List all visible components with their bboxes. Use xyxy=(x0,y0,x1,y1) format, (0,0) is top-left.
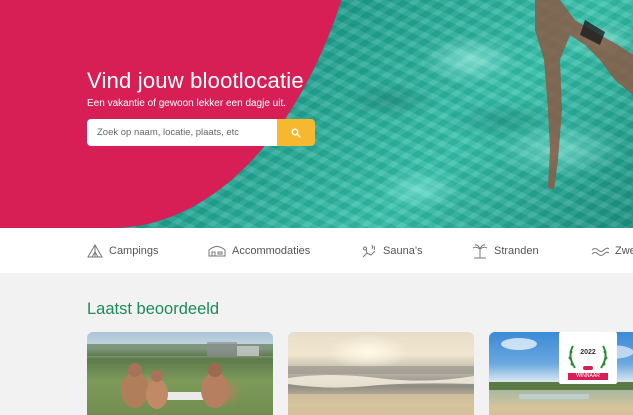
nav-label-campings: Campings xyxy=(109,244,159,257)
search-input[interactable] xyxy=(87,119,277,146)
tent-icon xyxy=(87,243,103,257)
nav-label-zwemmen: Zwe xyxy=(615,244,633,257)
palm-beach-icon xyxy=(472,243,488,258)
hero-banner: Vind jouw blootlocatie Een vakantie of g… xyxy=(0,0,633,228)
category-nav: Campings Accommodaties Sauna’s Stranden … xyxy=(0,228,633,273)
nav-label-stranden: Stranden xyxy=(494,244,539,257)
sauna-icon xyxy=(362,244,376,257)
award-badge: 2022 WINNAAR xyxy=(559,332,617,384)
swimmer-image xyxy=(535,0,633,190)
nav-item-accommodaties[interactable]: Accommodaties xyxy=(208,228,310,273)
hero-title: Vind jouw blootlocatie xyxy=(87,68,304,93)
laurel-icon xyxy=(568,345,608,370)
search-bar xyxy=(87,119,315,146)
section-title: Laatst beoordeeld xyxy=(87,300,220,318)
beach-photo xyxy=(288,366,474,415)
search-button[interactable] xyxy=(277,119,315,146)
nav-label-accommodaties: Accommodaties xyxy=(232,244,311,257)
search-icon xyxy=(291,128,301,138)
nav-item-saunas[interactable]: Sauna’s xyxy=(361,228,423,273)
award-year: 2022 xyxy=(580,349,596,356)
nav-item-stranden[interactable]: Stranden xyxy=(472,228,539,273)
house-icon xyxy=(208,245,226,256)
wave-icon xyxy=(591,247,609,256)
review-card-beach[interactable] xyxy=(288,332,474,415)
nav-label-saunas: Sauna’s xyxy=(383,244,423,257)
hero-subtitle: Een vakantie of gewoon lekker een dagje … xyxy=(87,98,287,109)
campsite-photo xyxy=(87,342,273,409)
nav-item-campings[interactable]: Campings xyxy=(87,228,159,273)
review-card-campsite[interactable] xyxy=(87,332,273,415)
review-card-lake[interactable]: 2022 WINNAAR xyxy=(489,332,633,415)
nav-item-zwemmen[interactable]: Zwe xyxy=(591,228,633,273)
award-winner-label: WINNAAR xyxy=(576,373,600,379)
